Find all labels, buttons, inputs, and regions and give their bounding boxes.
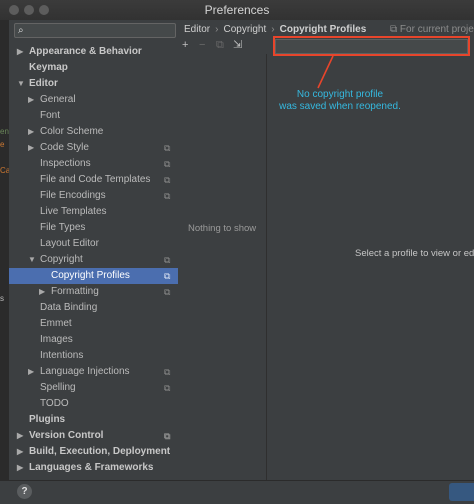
sidebar-item-appearance-behavior[interactable]: ▶ Appearance & Behavior xyxy=(9,44,178,60)
background-ide-strip: en e Ca s xyxy=(0,20,9,480)
sidebar-item-label: Copyright Profiles xyxy=(51,270,130,281)
sidebar-item-label: Version Control xyxy=(29,430,104,441)
chevron-right-icon[interactable]: ▶ xyxy=(28,92,34,108)
background-text: e xyxy=(0,140,5,149)
sidebar-item-label: Font xyxy=(40,110,61,121)
sidebar-item-languages-frameworks[interactable]: ▶ Languages & Frameworks xyxy=(9,460,178,476)
sidebar-item-todo[interactable]: TODO xyxy=(9,396,178,412)
chevron-right-icon[interactable]: ▶ xyxy=(17,428,23,444)
sidebar-item-label: Emmet xyxy=(40,318,72,329)
annotation-line-2: was saved when reopened. xyxy=(279,101,401,112)
chevron-right-icon[interactable]: ▶ xyxy=(39,284,45,300)
sidebar-item-language-injections[interactable]: ▶ Language Injections ⧉ xyxy=(9,364,178,380)
chevron-right-icon[interactable]: ▶ xyxy=(17,44,23,60)
sidebar-item-label: Inspections xyxy=(40,158,91,169)
project-icon: ⧉ xyxy=(164,255,171,265)
help-button[interactable]: ? xyxy=(17,484,32,499)
sidebar-item-inspections[interactable]: Inspections ⧉ xyxy=(9,156,178,172)
project-icon: ⧉ xyxy=(164,431,171,441)
sidebar-item-label: Layout Editor xyxy=(40,238,99,249)
sidebar-item-data-binding[interactable]: Data Binding xyxy=(9,300,178,316)
settings-search-input[interactable]: ⌕ xyxy=(14,23,176,38)
sidebar-item-file-encodings[interactable]: File Encodings ⧉ xyxy=(9,188,178,204)
sidebar-item-plugins[interactable]: Plugins xyxy=(9,412,178,428)
sidebar-item-intentions[interactable]: Intentions xyxy=(9,348,178,364)
sidebar-item-emmet[interactable]: Emmet xyxy=(9,316,178,332)
sidebar-item-keymap[interactable]: Keymap xyxy=(9,60,178,76)
project-icon: ⧉ xyxy=(164,287,171,297)
background-text: Ca xyxy=(0,166,9,175)
sidebar-item-label: Editor xyxy=(29,78,58,89)
sidebar-item-label: Live Templates xyxy=(40,206,107,217)
sidebar-item-label: Data Binding xyxy=(40,302,98,313)
dialog-bottom-bar: ? xyxy=(0,480,474,504)
project-icon: ⧉ xyxy=(164,367,171,377)
sidebar-item-formatting[interactable]: ▶ Formatting ⧉ xyxy=(9,284,178,300)
select-profile-message: Select a profile to view or edit xyxy=(355,248,474,259)
sidebar-item-label: Formatting xyxy=(51,286,99,297)
sidebar-item-editor[interactable]: ▼ Editor xyxy=(9,76,178,92)
sidebar-item-label: Color Scheme xyxy=(40,126,104,137)
sidebar-item-label: Languages & Frameworks xyxy=(29,462,154,473)
sidebar-item-file-types[interactable]: File Types xyxy=(9,220,178,236)
sidebar-item-font[interactable]: Font xyxy=(9,108,178,124)
chevron-right-icon[interactable]: ▶ xyxy=(17,444,23,460)
window-title: Preferences xyxy=(204,3,270,17)
chevron-down-icon[interactable]: ▼ xyxy=(28,252,36,268)
sidebar-item-label: Appearance & Behavior xyxy=(29,46,142,57)
sidebar-item-label: Intentions xyxy=(40,350,84,361)
settings-sidebar: ⌕ ▶ Appearance & Behavior Keymap ▼ Editor ▶ Ge… xyxy=(9,20,179,480)
sidebar-item-label: Copyright xyxy=(40,254,83,265)
ok-button[interactable] xyxy=(449,483,474,501)
sidebar-item-spelling[interactable]: Spelling ⧉ xyxy=(9,380,178,396)
annotation-text: No copyright profile was saved when reop… xyxy=(260,89,420,113)
sidebar-item-label: File Types xyxy=(40,222,86,233)
background-text: en xyxy=(0,127,9,136)
sidebar-item-live-templates[interactable]: Live Templates xyxy=(9,204,178,220)
sidebar-item-label: Keymap xyxy=(29,62,68,73)
title-bar: Preferences xyxy=(0,0,474,21)
project-icon: ⧉ xyxy=(164,159,171,169)
sidebar-item-label: TODO xyxy=(40,398,69,409)
chevron-right-icon[interactable]: ▶ xyxy=(28,364,34,380)
chevron-right-icon[interactable]: ▶ xyxy=(17,460,23,476)
copyright-profiles-panel: Editor › Copyright › Copyright Profiles ⧉ Fo… xyxy=(178,20,474,480)
sidebar-item-label: File and Code Templates xyxy=(40,174,151,185)
chevron-right-icon[interactable]: ▶ xyxy=(28,124,34,140)
project-icon: ⧉ xyxy=(164,383,171,393)
sidebar-item-code-style[interactable]: ▶ Code Style ⧉ xyxy=(9,140,178,156)
sidebar-item-layout-editor[interactable]: Layout Editor xyxy=(9,236,178,252)
sidebar-item-color-scheme[interactable]: ▶ Color Scheme xyxy=(9,124,178,140)
sidebar-item-general[interactable]: ▶ General xyxy=(9,92,178,108)
project-icon: ⧉ xyxy=(164,271,171,281)
sidebar-item-file-and-code-templates[interactable]: File and Code Templates ⧉ xyxy=(9,172,178,188)
sidebar-item-label: Build, Execution, Deployment xyxy=(29,446,171,457)
chevron-right-icon[interactable]: ▶ xyxy=(28,140,34,156)
sidebar-item-copyright-profiles[interactable]: Copyright Profiles ⧉ xyxy=(9,268,178,284)
background-text: s xyxy=(0,294,4,303)
annotation-line-1: No copyright profile xyxy=(296,89,384,100)
sidebar-item-build-execution-deployment[interactable]: ▶ Build, Execution, Deployment xyxy=(9,444,178,460)
project-icon: ⧉ xyxy=(164,143,171,153)
sidebar-item-label: Code Style xyxy=(40,142,89,153)
search-icon: ⌕ xyxy=(18,25,24,36)
project-icon: ⧉ xyxy=(164,191,171,201)
sidebar-item-images[interactable]: Images xyxy=(9,332,178,348)
chevron-down-icon[interactable]: ▼ xyxy=(17,76,25,92)
sidebar-item-version-control[interactable]: ▶ Version Control ⧉ xyxy=(9,428,178,444)
sidebar-item-label: Spelling xyxy=(40,382,76,393)
sidebar-item-label: File Encodings xyxy=(40,190,106,201)
preferences-window: Preferences en e Ca s ⌕ ▶ Appearance & Be… xyxy=(0,0,474,504)
sidebar-item-label: General xyxy=(40,94,76,105)
sidebar-item-label: Language Injections xyxy=(40,366,130,377)
project-icon: ⧉ xyxy=(164,175,171,185)
sidebar-item-label: Images xyxy=(40,334,73,345)
sidebar-item-copyright[interactable]: ▼ Copyright ⧉ xyxy=(9,252,178,268)
sidebar-item-label: Plugins xyxy=(29,414,66,425)
